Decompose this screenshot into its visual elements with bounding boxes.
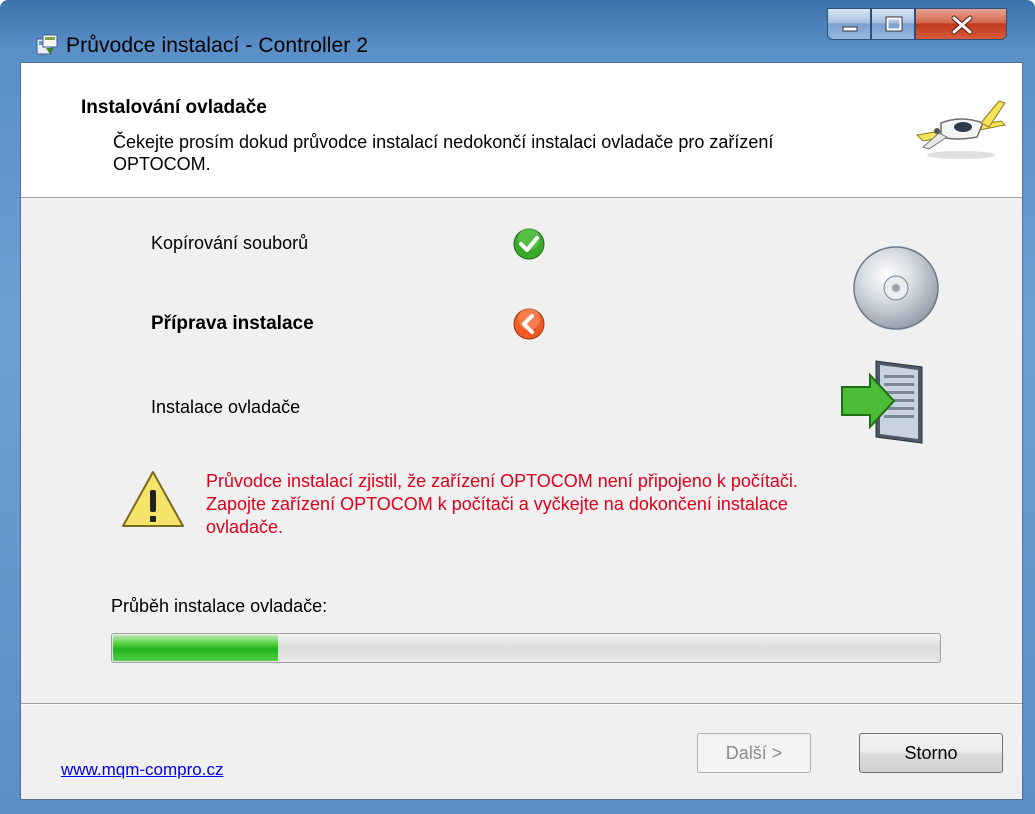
warning-message: Průvodce instalací zjistil, že zařízení … — [206, 471, 798, 537]
server-install-icon — [841, 360, 923, 444]
page-subtitle: Čekejte prosím dokud průvodce instalací … — [113, 132, 774, 174]
progress-label: Průběh instalace ovladače: — [111, 596, 328, 616]
cancel-button[interactable]: Storno — [859, 733, 1003, 773]
green-check-icon — [513, 228, 545, 260]
step-label-install-driver: Instalace ovladače — [151, 397, 301, 417]
next-button[interactable]: Další > — [697, 733, 811, 773]
cd-icon — [853, 246, 939, 330]
step-label-prepare-install: Příprava instalace — [151, 313, 314, 334]
installer-app-icon — [36, 34, 58, 55]
close-icon — [951, 15, 973, 35]
maximize-button[interactable] — [871, 8, 915, 40]
minimize-icon — [842, 26, 858, 32]
install-progress-bar — [111, 633, 941, 663]
title-bar[interactable]: Průvodce instalací - Controller 2 — [0, 0, 1035, 62]
minimize-button[interactable] — [827, 8, 871, 40]
footer-divider — [21, 703, 1022, 705]
dialog-client-area: Instalování ovladače Čekejte prosím doku… — [20, 62, 1023, 800]
progress-fill — [113, 635, 278, 661]
warning-triangle-icon — [122, 471, 184, 527]
step-label-copy-files: Kopírování souborů — [151, 233, 309, 253]
page-title: Instalování ovladače — [81, 97, 267, 118]
close-button[interactable] — [915, 8, 1007, 40]
orange-arrow-left-icon — [513, 308, 545, 340]
maximize-icon — [885, 16, 903, 32]
airplane-icon — [915, 100, 1007, 159]
installer-window: Průvodce instalací - Controller 2 Instal… — [0, 0, 1035, 814]
wizard-header: Instalování ovladače Čekejte prosím doku… — [21, 63, 1022, 198]
website-link[interactable]: www.mqm-compro.cz — [61, 760, 223, 780]
window-title: Průvodce instalací - Controller 2 — [66, 34, 369, 57]
